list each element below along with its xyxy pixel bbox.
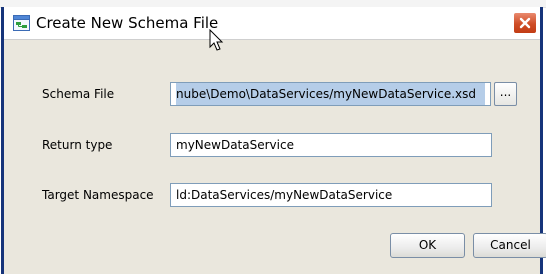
target-namespace-label: Target Namespace (42, 188, 154, 202)
close-button[interactable] (513, 12, 537, 34)
target-namespace-field[interactable]: ld:DataServices/myNewDataService (170, 183, 492, 207)
schema-file-icon (13, 15, 30, 31)
dialog-title: Create New Schema File (36, 14, 219, 32)
browse-button[interactable]: ... (494, 82, 517, 106)
ok-button[interactable]: OK (390, 233, 465, 258)
cancel-button[interactable]: Cancel (473, 233, 546, 258)
schema-file-field[interactable]: nube\Demo\DataServices/myNewDataService.… (170, 82, 491, 106)
return-type-field[interactable]: myNewDataService (170, 133, 492, 157)
mouse-cursor-icon (209, 28, 225, 53)
return-type-label: Return type (42, 138, 113, 152)
close-icon (519, 17, 531, 29)
title-bar[interactable]: Create New Schema File (4, 7, 540, 40)
schema-file-label: Schema File (42, 87, 115, 101)
schema-file-value: nube\Demo\DataServices/myNewDataService.… (176, 83, 485, 105)
